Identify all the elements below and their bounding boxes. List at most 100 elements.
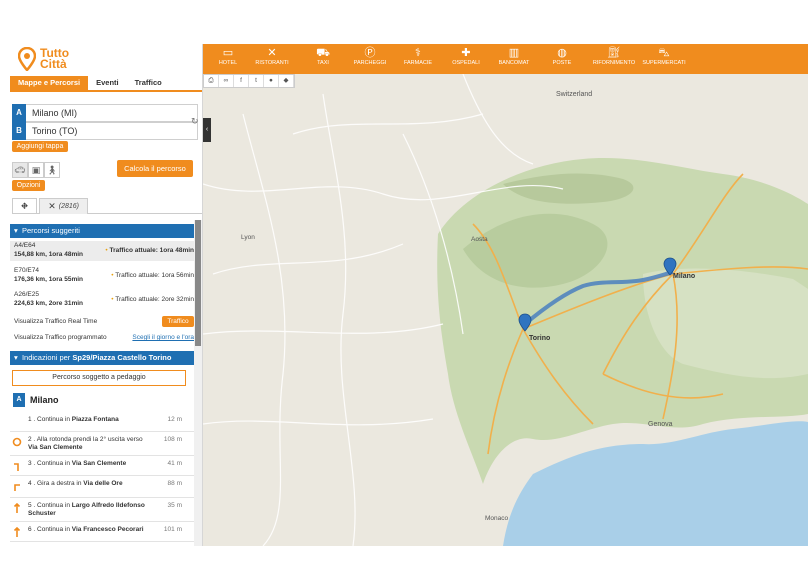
- step-num: 3 .: [28, 460, 36, 467]
- step-distance: 108 m: [163, 436, 182, 443]
- step-instruction: Continua in: [37, 502, 72, 509]
- poi-label: RIFORNIMENTO: [592, 60, 636, 66]
- from-input[interactable]: Milano (MI): [26, 104, 198, 122]
- poi-pharmacy[interactable]: ⚕ FARMACIE: [397, 46, 439, 72]
- bottom-strip: [0, 546, 808, 566]
- route-from-row: A Milano (MI): [12, 104, 198, 122]
- step-text: 1 . Continua in Piazza Fontana: [28, 416, 168, 424]
- poi-label: POSTE: [552, 60, 572, 66]
- logo[interactable]: Tutto Città: [18, 44, 69, 74]
- poi-label: TAXI: [317, 60, 329, 66]
- print-icon[interactable]: ⎙: [204, 75, 219, 87]
- roundabout-icon: [12, 437, 22, 447]
- poi-post[interactable]: ◍ POSTE: [541, 46, 583, 72]
- suggested-route-2[interactable]: E70/E74 176,36 km, 1ora 55min • Traffico…: [14, 266, 196, 286]
- start-name: Milano: [30, 395, 59, 405]
- step-distance: 12 m: [167, 416, 182, 423]
- step-num: 6 .: [28, 526, 36, 533]
- map-label-torino: Torino: [529, 335, 551, 342]
- directions-header[interactable]: ▾ Indicazioni per Sp29/Piazza Castello T…: [10, 351, 196, 365]
- walk-mode-icon[interactable]: 🚶︎: [44, 162, 60, 178]
- suggested-header-label: Percorsi suggeriti: [21, 226, 80, 235]
- direction-step[interactable]: 3 . Continua in Via San Clemente 41 m: [10, 458, 196, 476]
- step-text: 2 . Alla rotonda prendi la 2° uscita ver…: [28, 436, 168, 452]
- subtab-route[interactable]: ⛖: [12, 198, 38, 214]
- direction-step[interactable]: 6 . Continua in Via Francesco Pecorari 1…: [10, 524, 196, 542]
- add-stop-button[interactable]: Aggiungi tappa: [12, 141, 68, 152]
- turn-left-icon: [14, 463, 19, 471]
- map-label-milano: Milano: [673, 273, 696, 280]
- tab-maps-routes[interactable]: Mappe e Percorsi: [10, 76, 89, 90]
- direction-step[interactable]: 1 . Continua in Piazza Fontana 12 m: [10, 414, 196, 432]
- turn-right-icon: [14, 484, 20, 491]
- ambulance-icon: ✚: [461, 47, 471, 59]
- directions-header-prefix: Indicazioni per: [21, 353, 73, 362]
- poi-parking[interactable]: Ⓟ PARCHEGGI: [349, 46, 391, 72]
- direction-step[interactable]: 4 . Gira a destra in Via delle Ore 88 m: [10, 478, 196, 498]
- poi-taxi[interactable]: ⛟ TAXI: [302, 46, 344, 72]
- suggested-routes-header[interactable]: ▾ Percorsi suggeriti: [10, 224, 196, 238]
- car-mode-icon[interactable]: 🚗︎: [12, 162, 28, 178]
- schedule-link[interactable]: Scegli il giorno e l'ora: [132, 332, 194, 344]
- scroll-thumb[interactable]: [195, 220, 201, 346]
- subtab-pois[interactable]: ✕ (2816): [39, 198, 88, 214]
- parking-icon: Ⓟ: [364, 47, 376, 59]
- poi-label: PARCHEGGI: [353, 60, 387, 66]
- caret-down-icon: ▾: [14, 353, 18, 362]
- suggested-route-1[interactable]: A4/E64 154,88 km, 1ora 48min • Traffico …: [10, 241, 196, 261]
- poi-toolbar: ▭ HOTEL ✕ RISTORANTI ⛟ TAXI Ⓟ PARCHEGGI ⚕ FAR…: [203, 44, 808, 74]
- scheduled-traffic-label: Visualizza Traffico programmato: [14, 334, 107, 341]
- caret-down-icon: ▾: [14, 226, 18, 235]
- swap-icon[interactable]: ↻: [191, 116, 199, 127]
- calculate-route-button[interactable]: Calcola il percorso: [117, 160, 193, 177]
- poi-atm[interactable]: ▥ BANCOMAT: [493, 46, 535, 72]
- direction-step[interactable]: 5 . Continua in Largo Alfredo Ildefonso …: [10, 500, 196, 522]
- map-label-switzerland: Switzerland: [556, 91, 593, 98]
- atm-icon: ▥: [508, 47, 520, 59]
- route-traffic-text: Traffico attuale: 2ore 32min: [115, 296, 194, 303]
- apple-icon[interactable]: ●: [264, 75, 279, 87]
- direction-step[interactable]: 2 . Alla rotonda prendi la 2° uscita ver…: [10, 434, 196, 456]
- start-letter: A: [13, 393, 25, 407]
- logo-line2: Città: [40, 57, 67, 71]
- cart-icon: ⛍: [658, 47, 670, 59]
- realtime-traffic-label: Visualizza Traffico Real Time: [14, 318, 98, 325]
- poi-restaurants[interactable]: ✕ RISTORANTI: [251, 46, 293, 72]
- map-canvas[interactable]: Switzerland Aosta Lyon Milano Torino Gen…: [203, 74, 808, 546]
- bed-icon: ▭: [222, 47, 234, 59]
- tab-traffic[interactable]: Traffico: [127, 76, 170, 90]
- logo-text: Tutto Città: [40, 47, 69, 71]
- poi-hotel[interactable]: ▭ HOTEL: [207, 46, 249, 72]
- twitter-icon[interactable]: t: [249, 75, 264, 87]
- bus-mode-icon[interactable]: ▣: [28, 162, 44, 178]
- tab-events[interactable]: Eventi: [88, 76, 127, 90]
- link-icon[interactable]: ∞: [219, 75, 234, 87]
- step-distance: 35 m: [167, 502, 182, 509]
- poi-fuel[interactable]: ⛽︎ RIFORNIMENTO: [589, 46, 639, 72]
- logo-pin-icon: [18, 47, 36, 71]
- toll-notice: Percorso soggetto a pedaggio: [12, 370, 186, 386]
- sidebar-scrollbar[interactable]: [194, 220, 202, 546]
- realtime-traffic-row: Visualizza Traffico Real Time Traffico: [14, 316, 196, 328]
- collapse-sidebar-icon[interactable]: ‹: [203, 118, 211, 142]
- poi-supermarkets[interactable]: ⛍ SUPERMERCATI: [637, 46, 691, 72]
- pharmacy-icon: ⚕: [415, 47, 421, 59]
- route-to-row: B Torino (TO): [12, 122, 198, 140]
- step-instruction: Alla rotonda prendi la 2° uscita verso: [36, 436, 143, 443]
- options-button[interactable]: Opzioni: [12, 180, 45, 191]
- step-street: Via delle Ore: [83, 480, 123, 487]
- step-distance: 41 m: [167, 460, 182, 467]
- route-traffic-text: Traffico attuale: 1ora 56min: [115, 272, 194, 279]
- step-distance: 88 m: [167, 480, 182, 487]
- tools-icon: ✕: [48, 201, 56, 211]
- app-root: Tutto Città Mappe e Percorsi Eventi Traf…: [0, 0, 808, 566]
- poi-label: FARMACIE: [403, 60, 433, 66]
- poi-hospitals[interactable]: ✚ OSPEDALI: [445, 46, 487, 72]
- android-icon[interactable]: ◆: [279, 75, 294, 87]
- traffic-button[interactable]: Traffico: [162, 316, 194, 327]
- facebook-icon[interactable]: f: [234, 75, 249, 87]
- route-map-icon: ⛖: [21, 201, 29, 211]
- suggested-route-3[interactable]: A26/E25 224,63 km, 2ore 31min • Traffico…: [14, 290, 196, 310]
- to-input[interactable]: Torino (TO): [26, 122, 198, 140]
- map-svg: [203, 74, 808, 546]
